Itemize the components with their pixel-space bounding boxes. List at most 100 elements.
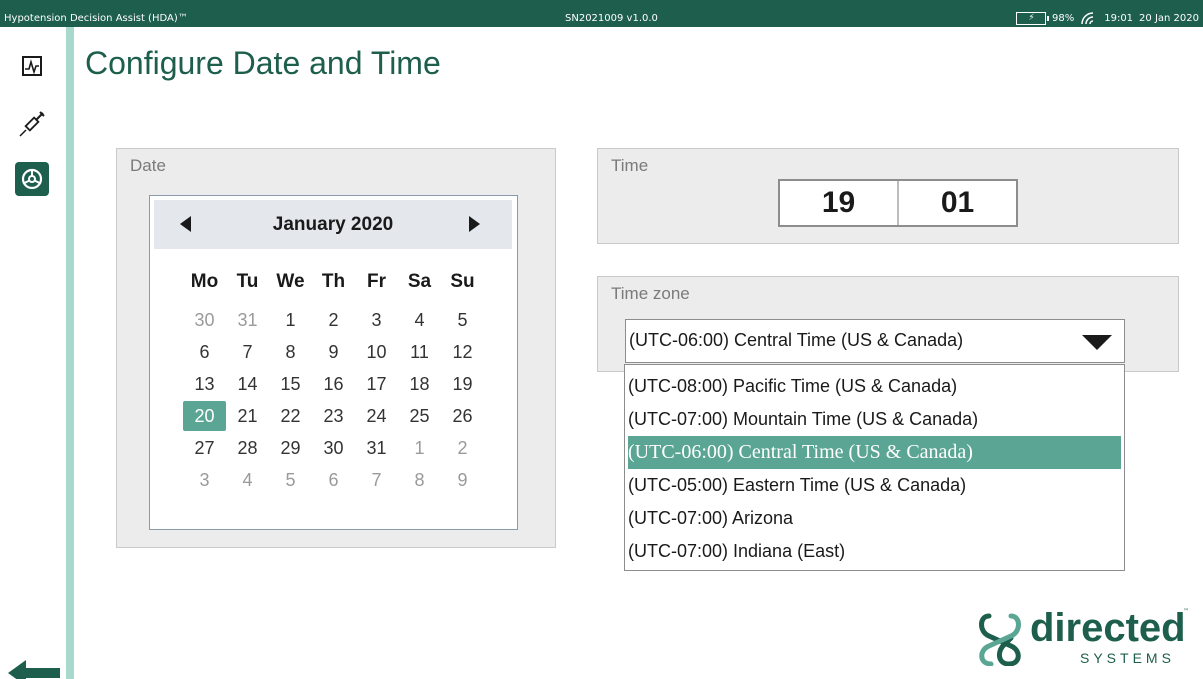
- side-navigation: [0, 27, 66, 679]
- calendar-day[interactable]: 2: [441, 433, 484, 463]
- time-panel: Time 19 01: [597, 148, 1179, 244]
- page-title: Configure Date and Time: [85, 45, 441, 81]
- weekday-label: Sa: [407, 271, 432, 292]
- weekday-label: Mo: [190, 271, 219, 292]
- calendar-day[interactable]: 9: [312, 337, 355, 367]
- calendar-day[interactable]: 22: [269, 401, 312, 431]
- date-panel: Date January 2020 Mo Tu We Th Fr Sa Su 30 31 1 2 3 4…: [116, 148, 556, 548]
- calendar-day[interactable]: 6: [312, 465, 355, 495]
- calendar-day[interactable]: 17: [355, 369, 398, 399]
- calendar-day[interactable]: 4: [226, 465, 269, 495]
- calendar-day[interactable]: 8: [398, 465, 441, 495]
- next-month-button[interactable]: [464, 214, 484, 234]
- clock-date: 20 Jan 2020: [1139, 12, 1199, 24]
- calendar-week-row: 3456789: [183, 464, 484, 496]
- calendar-header: January 2020: [154, 200, 512, 249]
- battery-percent: 98%: [1051, 12, 1075, 24]
- logo-trademark: ™: [1183, 608, 1189, 615]
- calendar-day[interactable]: 28: [226, 433, 269, 463]
- weekday-header-row: Mo Tu We Th Fr Sa Su: [183, 266, 484, 298]
- time-label: Time: [611, 156, 649, 175]
- calendar-day[interactable]: 31: [226, 305, 269, 335]
- calendar-day[interactable]: 26: [441, 401, 484, 431]
- timezone-option[interactable]: (UTC-07:00) Arizona: [625, 502, 1124, 535]
- calendar-day[interactable]: 10: [355, 337, 398, 367]
- triangle-right-icon: [469, 216, 480, 232]
- hour-field[interactable]: 19: [780, 181, 897, 225]
- calendar-day[interactable]: 5: [441, 305, 484, 335]
- settings-icon: [21, 168, 43, 190]
- timezone-option[interactable]: (UTC-08:00) Pacific Time (US & Canada): [625, 370, 1124, 403]
- calendar-day[interactable]: 19: [441, 369, 484, 399]
- calendar-day[interactable]: 16: [312, 369, 355, 399]
- status-area: ⚡ 98% 19:01 20 Jan 2020: [1015, 11, 1199, 25]
- calendar-day[interactable]: 29: [269, 433, 312, 463]
- calendar-day[interactable]: 6: [183, 337, 226, 367]
- timezone-option[interactable]: (UTC-05:00) Eastern Time (US & Canada): [625, 469, 1124, 502]
- weekday-label: Fr: [367, 271, 386, 292]
- nav-settings-button[interactable]: [15, 162, 49, 196]
- calendar-day[interactable]: 3: [183, 465, 226, 495]
- nav-medication-button[interactable]: [15, 107, 49, 141]
- calendar-day[interactable]: 11: [398, 337, 441, 367]
- calendar-day[interactable]: 25: [398, 401, 441, 431]
- back-arrow-icon: [8, 660, 60, 679]
- calendar-week-row: 20 21 22 23 24 25 26: [183, 400, 484, 432]
- logo-mark-icon: [979, 613, 1021, 666]
- calendar-day[interactable]: 2: [312, 305, 355, 335]
- date-label: Date: [130, 156, 166, 175]
- back-button[interactable]: [8, 658, 60, 679]
- calendar-day[interactable]: 4: [398, 305, 441, 335]
- calendar-day[interactable]: 15: [269, 369, 312, 399]
- calendar-day[interactable]: 27: [183, 433, 226, 463]
- calendar-day[interactable]: 7: [355, 465, 398, 495]
- timezone-dropdown[interactable]: (UTC-06:00) Central Time (US & Canada): [625, 319, 1125, 363]
- timezone-label: Time zone: [611, 284, 690, 303]
- calendar-week-row: 6 7 8 9 10 11 12: [183, 336, 484, 368]
- calendar-day[interactable]: 3: [355, 305, 398, 335]
- calendar-day[interactable]: 5: [269, 465, 312, 495]
- calendar-day[interactable]: 1: [398, 433, 441, 463]
- calendar-day[interactable]: 9: [441, 465, 484, 495]
- calendar-day[interactable]: 8: [269, 337, 312, 367]
- calendar-day[interactable]: 7: [226, 337, 269, 367]
- timezone-option-selected[interactable]: (UTC-06:00) Central Time (US & Canada): [628, 436, 1121, 469]
- calendar-day[interactable]: 23: [312, 401, 355, 431]
- calendar-day[interactable]: 18: [398, 369, 441, 399]
- calendar-day[interactable]: 14: [226, 369, 269, 399]
- nav-monitor-button[interactable]: [15, 49, 49, 83]
- calendar-day[interactable]: 31: [355, 433, 398, 463]
- timezone-selected-value: (UTC-06:00) Central Time (US & Canada): [629, 330, 964, 350]
- title-bar: Hypotension Decision Assist (HDA)™ SN202…: [0, 0, 1203, 27]
- logo-wordmark: directed: [1030, 606, 1186, 650]
- calendar-grid: Mo Tu We Th Fr Sa Su 30 31 1 2 3 4 5 6 7 8 9 10 11 12 13 14 15 1…: [183, 266, 484, 496]
- timezone-option[interactable]: (UTC-07:00) Indiana (East): [625, 535, 1124, 568]
- calendar-week-row: 27 28 29 30 31 1 2: [183, 432, 484, 464]
- chevron-down-icon: [1082, 335, 1112, 350]
- app-title: Hypotension Decision Assist (HDA)™: [4, 13, 188, 24]
- calendar-week-row: 13 14 15 16 17 18 19: [183, 368, 484, 400]
- calendar-day[interactable]: 1: [269, 305, 312, 335]
- serial-number: SN2021009 v1.0.0: [565, 13, 658, 24]
- calendar: January 2020 Mo Tu We Th Fr Sa Su 30 31 1 2 3 4 5 6 7 8 9…: [149, 195, 518, 530]
- time-input: 19 01: [778, 179, 1018, 227]
- timezone-options-list: (UTC-08:00) Pacific Time (US & Canada) (U…: [624, 364, 1125, 571]
- calendar-day[interactable]: 30: [183, 305, 226, 335]
- directed-systems-logo: directed ™ SYSTEMS: [975, 606, 1195, 670]
- calendar-day[interactable]: 24: [355, 401, 398, 431]
- syringe-icon: [19, 111, 45, 137]
- calendar-day-selected[interactable]: 20: [183, 401, 226, 431]
- calendar-day[interactable]: 12: [441, 337, 484, 367]
- minute-field[interactable]: 01: [897, 181, 1016, 225]
- weekday-label: Tu: [236, 271, 259, 292]
- wireless-signal-icon: [1081, 12, 1094, 25]
- calendar-day[interactable]: 30: [312, 433, 355, 463]
- timezone-option[interactable]: (UTC-07:00) Mountain Time (US & Canada): [625, 403, 1124, 436]
- calendar-day[interactable]: 21: [226, 401, 269, 431]
- logo-subtitle: SYSTEMS: [1080, 650, 1175, 666]
- battery-charging-icon: ⚡: [1015, 11, 1049, 25]
- timezone-panel: Time zone (UTC-06:00) Central Time (US &…: [597, 276, 1179, 372]
- calendar-day[interactable]: 13: [183, 369, 226, 399]
- calendar-month: January 2020: [272, 214, 394, 235]
- trend-monitor-icon: [22, 56, 42, 76]
